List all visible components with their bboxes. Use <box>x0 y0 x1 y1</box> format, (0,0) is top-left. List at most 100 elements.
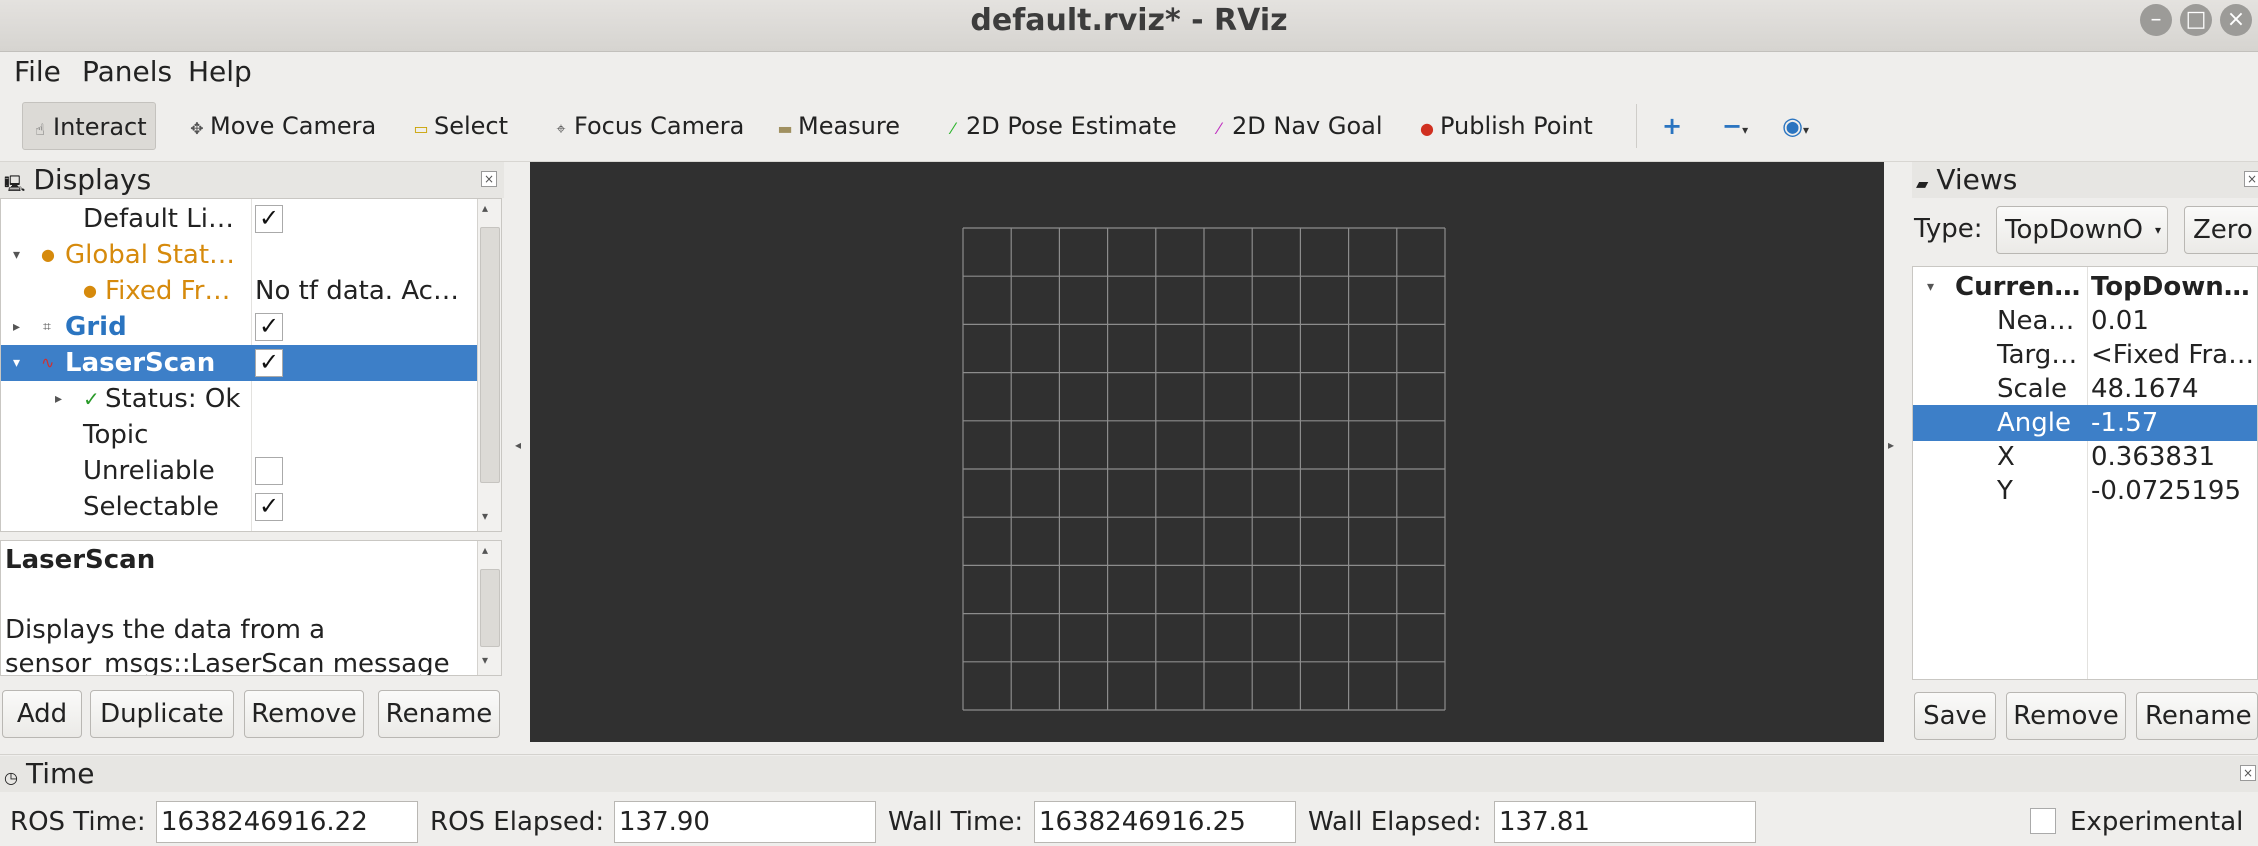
publish-point-tool-button[interactable]: ● Publish Point <box>1418 102 1593 150</box>
tree-row-global-status[interactable]: ▾ ● Global Stat… <box>1 237 477 273</box>
duplicate-display-button[interactable]: Duplicate <box>90 690 234 738</box>
views-panel-header: ▰ Views <box>1912 162 2258 198</box>
scroll-up-icon[interactable]: ▴ <box>482 201 488 215</box>
close-icon[interactable]: × <box>2240 765 2256 781</box>
scrollbar-thumb[interactable] <box>480 227 500 483</box>
view-type-label: Type: <box>1914 214 1983 244</box>
close-icon[interactable]: × <box>481 171 497 187</box>
view-row-scale[interactable]: Scale 48.1674 <box>1913 371 2257 407</box>
remove-view-button[interactable]: Remove <box>2006 692 2126 740</box>
clock-icon: ◷ <box>4 768 18 787</box>
focus-camera-tool-button[interactable]: ⌖ Focus Camera <box>552 102 744 150</box>
expand-arrow-icon[interactable]: ▾ <box>13 345 20 381</box>
remove-tool-button[interactable]: −▾ <box>1722 102 1748 150</box>
select-tool-button[interactable]: ▭ Select <box>412 102 508 150</box>
view-row-angle[interactable]: Angle -1.57 <box>1913 405 2257 441</box>
menu-file[interactable]: File <box>14 52 61 92</box>
laserscan-icon: ∿ <box>41 353 55 372</box>
collapse-left-icon[interactable]: ◂ <box>515 438 521 452</box>
render-viewport[interactable] <box>530 162 1884 742</box>
chevron-down-icon: ▾ <box>2154 223 2161 237</box>
save-view-button[interactable]: Save <box>1914 692 1996 740</box>
minus-icon: − <box>1722 112 1743 140</box>
displays-panel-header: 🖳 Displays <box>0 162 504 198</box>
hand-icon: ☝ <box>35 120 45 139</box>
wall-time-label: Wall Time: <box>888 807 1024 837</box>
view-type-dropdown[interactable]: TopDownO ▾ <box>1996 206 2168 254</box>
scroll-down-icon[interactable]: ▾ <box>482 509 488 523</box>
menu-panels[interactable]: Panels <box>82 52 172 92</box>
maximize-button[interactable]: □ <box>2180 4 2212 36</box>
tree-row-fixed-frame[interactable]: ● Fixed Fr… No tf data. Ac… <box>1 273 477 309</box>
tree-row-laserscan[interactable]: ▾ ∿ LaserScan ✓ <box>1 345 477 381</box>
checkbox-selectable[interactable]: ✓ <box>255 493 283 521</box>
expand-arrow-icon[interactable]: ▾ <box>1927 269 1934 305</box>
select-icon: ▭ <box>413 119 429 138</box>
tree-row-topic[interactable]: Topic <box>1 417 477 453</box>
minimize-button[interactable]: – <box>2140 4 2172 36</box>
description-scrollbar[interactable]: ▴ ▾ <box>477 541 501 675</box>
chevron-down-icon: ▾ <box>1802 123 1809 137</box>
experimental-label: Experimental <box>2070 807 2244 837</box>
experimental-checkbox[interactable] <box>2030 808 2056 834</box>
view-row-y[interactable]: Y -0.0725195 <box>1913 473 2257 509</box>
remove-display-button[interactable]: Remove <box>244 690 364 738</box>
checkbox-grid[interactable]: ✓ <box>255 313 283 341</box>
maximize-icon: □ <box>2185 7 2207 32</box>
warning-icon: ● <box>83 281 97 300</box>
ros-time-field[interactable]: 1638246916.22 <box>156 801 418 843</box>
tree-row-unreliable[interactable]: Unreliable <box>1 453 477 489</box>
checkbox-laserscan[interactable]: ✓ <box>255 349 283 377</box>
checkbox-unreliable[interactable] <box>255 457 283 485</box>
rename-view-button[interactable]: Rename <box>2136 692 2258 740</box>
tree-row-default-light[interactable]: Default Li… ✓ <box>1 201 477 237</box>
add-tool-button[interactable]: + <box>1662 102 1682 150</box>
close-window-button[interactable]: × <box>2220 4 2252 36</box>
description-line-2: sensor_msgs::LaserScan message <box>5 649 450 676</box>
magenta-arrow-icon: ⁄ <box>1217 119 1221 138</box>
scroll-down-icon[interactable]: ▾ <box>482 653 488 667</box>
zero-view-button[interactable]: Zero <box>2184 206 2258 254</box>
close-icon: × <box>2226 7 2246 32</box>
close-icon[interactable]: × <box>2244 171 2258 187</box>
tree-row-selectable[interactable]: Selectable ✓ <box>1 489 477 525</box>
measure-tool-button[interactable]: ▬ Measure <box>776 102 900 150</box>
view-row-x[interactable]: X 0.363831 <box>1913 439 2257 475</box>
eye-icon: ◉ <box>1782 112 1803 140</box>
add-display-button[interactable]: Add <box>2 690 82 738</box>
displays-scrollbar[interactable]: ▴ ▾ <box>477 199 501 531</box>
scrollbar-thumb[interactable] <box>480 569 500 647</box>
nav-goal-tool-button[interactable]: ⁄ 2D Nav Goal <box>1210 102 1383 150</box>
wall-elapsed-field[interactable]: 137.81 <box>1494 801 1756 843</box>
warning-icon: ● <box>41 245 55 264</box>
camera-icon: ▰ <box>1916 174 1929 193</box>
ros-elapsed-field[interactable]: 137.90 <box>614 801 876 843</box>
move-camera-tool-button[interactable]: ✥ Move Camera <box>188 102 376 150</box>
tree-row-grid[interactable]: ▸ ⌗ Grid ✓ <box>1 309 477 345</box>
expand-arrow-icon[interactable]: ▸ <box>55 381 62 417</box>
interact-tool-button[interactable]: ☝ Interact <box>22 102 156 150</box>
checkbox-default-light[interactable]: ✓ <box>255 205 283 233</box>
wall-time-field[interactable]: 1638246916.25 <box>1034 801 1296 843</box>
description-line-1: Displays the data from a <box>5 615 326 645</box>
green-arrow-icon: ⁄ <box>951 119 955 138</box>
grid-icon: ⌗ <box>43 319 51 335</box>
view-tool-button[interactable]: ◉▾ <box>1782 102 1809 150</box>
view-row-near-clip[interactable]: Nea… 0.01 <box>1913 303 2257 339</box>
collapse-right-icon[interactable]: ▸ <box>1888 438 1894 452</box>
rename-display-button[interactable]: Rename <box>378 690 500 738</box>
focus-icon: ⌖ <box>556 119 566 138</box>
plus-icon: + <box>1662 112 1683 140</box>
tree-row-status[interactable]: ▸ ✓ Status: Ok <box>1 381 477 417</box>
ros-time-label: ROS Time: <box>10 807 146 837</box>
display-description-box: LaserScan Displays the data from a senso… <box>0 540 502 676</box>
view-row-target-frame[interactable]: Targ… <Fixed Fra… <box>1913 337 2257 373</box>
scroll-up-icon[interactable]: ▴ <box>482 543 488 557</box>
time-panel-header: ◷ Time <box>0 756 2258 792</box>
move-camera-icon: ✥ <box>190 119 204 138</box>
view-row-current[interactable]: ▾ Curren… TopDown… <box>1913 269 2257 305</box>
expand-arrow-icon[interactable]: ▾ <box>13 237 20 273</box>
menu-help[interactable]: Help <box>188 52 252 92</box>
expand-arrow-icon[interactable]: ▸ <box>13 309 20 345</box>
pose-estimate-tool-button[interactable]: ⁄ 2D Pose Estimate <box>944 102 1177 150</box>
